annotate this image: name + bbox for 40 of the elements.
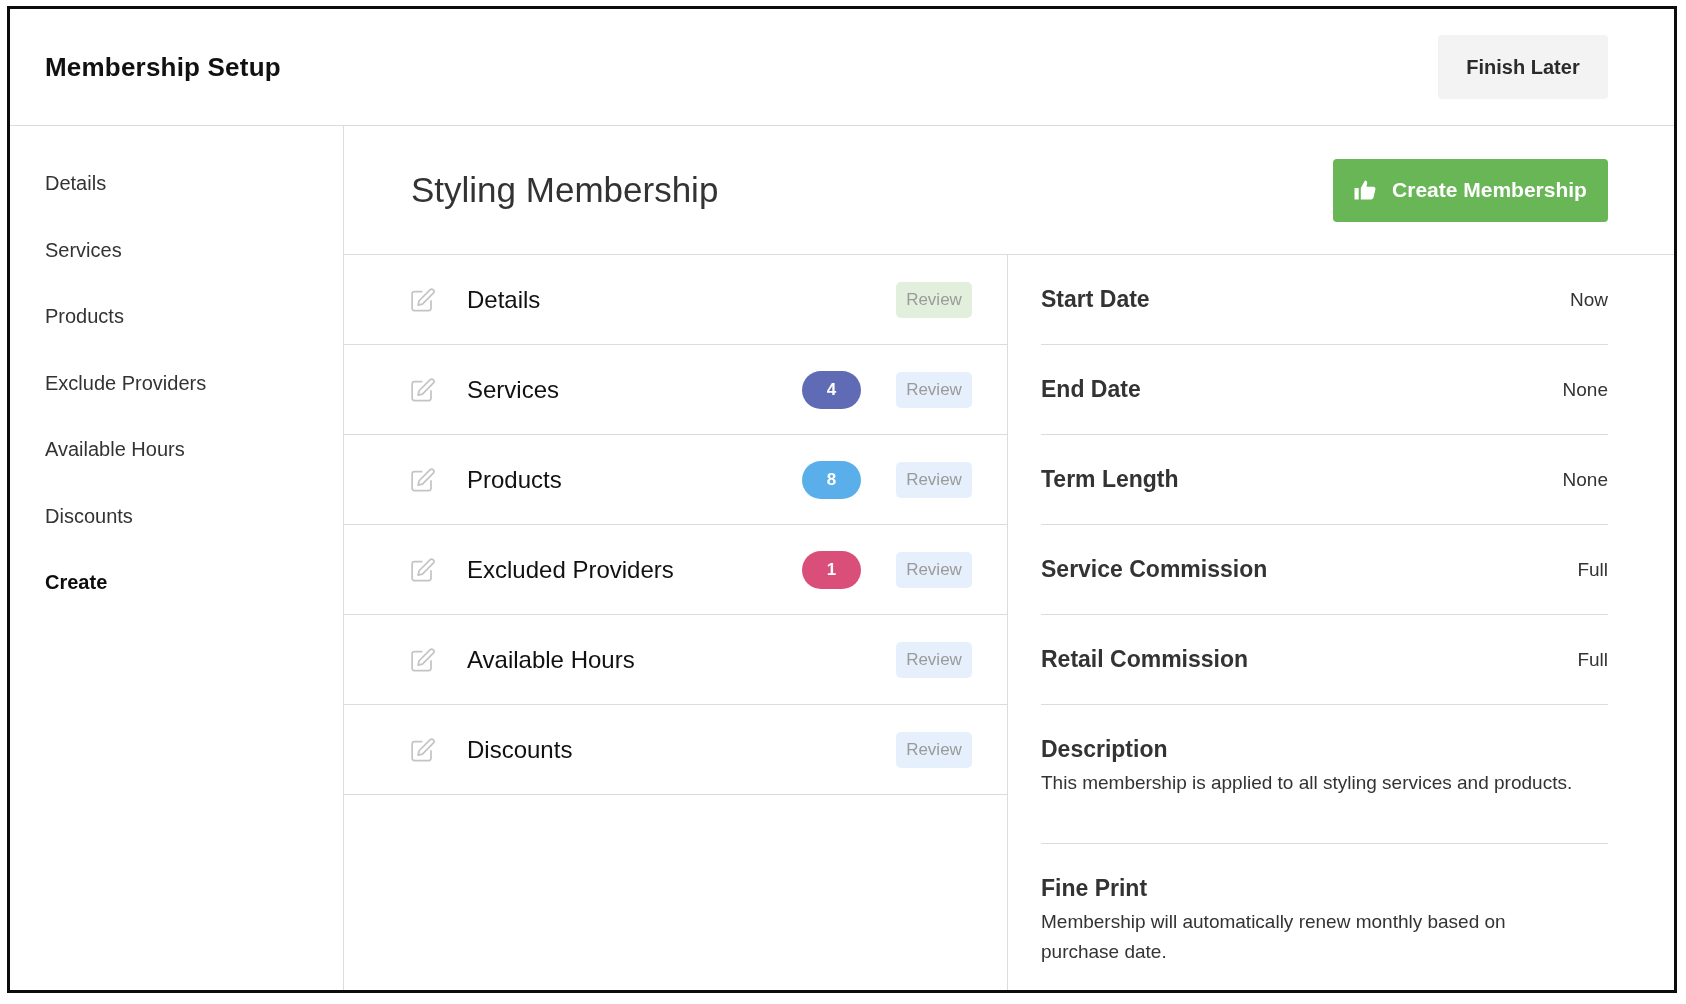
field-label: Retail Commission	[1041, 646, 1249, 673]
note-title: Fine Print	[1041, 874, 1149, 902]
field-value: Full	[1577, 558, 1608, 581]
edit-icon[interactable]	[411, 377, 435, 402]
note-title: Description	[1041, 735, 1169, 763]
sidebar-item[interactable]: Create	[45, 570, 108, 595]
edit-icon[interactable]	[411, 737, 435, 762]
edit-icon[interactable]	[411, 647, 435, 672]
section-label: Excluded Providers	[467, 555, 675, 584]
section-label: Services	[467, 375, 561, 404]
page-title: Membership Setup	[45, 51, 281, 83]
sidebar-item[interactable]: Discounts	[45, 503, 133, 529]
count-badge: 4	[802, 370, 861, 409]
section-label: Details	[467, 285, 542, 314]
thumbs-up-icon	[1354, 180, 1377, 200]
section-label: Products	[467, 465, 563, 494]
note-text: This membership is applied to all styling services and products.	[1041, 771, 1574, 795]
sidebar-item[interactable]: Products	[45, 304, 124, 329]
sidebar-item[interactable]: Details	[45, 171, 107, 196]
section-label: Discounts	[467, 735, 574, 764]
note-text: Membership will automatically renew monthly based on purchase date.	[1041, 910, 1507, 964]
field-value: Now	[1570, 288, 1608, 311]
field-label: Service Commission	[1041, 556, 1268, 583]
field-value: None	[1562, 378, 1608, 401]
field-label: End Date	[1041, 376, 1141, 403]
count-badge: 1	[802, 550, 861, 589]
sidebar-item[interactable]: Exclude Providers	[45, 370, 207, 396]
field-value: Full	[1577, 648, 1608, 671]
count-badge: 8	[802, 460, 861, 499]
field-value: None	[1562, 468, 1608, 491]
field-label: Term Length	[1041, 466, 1179, 493]
membership-title: Styling Membership	[411, 170, 719, 210]
edit-icon[interactable]	[411, 467, 435, 492]
sidebar-item[interactable]: Services	[45, 237, 122, 263]
section-label: Available Hours	[467, 645, 636, 674]
edit-icon[interactable]	[411, 557, 435, 582]
edit-icon[interactable]	[411, 287, 435, 312]
finish-later-button[interactable]: Finish Later	[1438, 35, 1608, 99]
field-label: Start Date	[1041, 286, 1150, 313]
sidebar-item[interactable]: Available Hours	[45, 437, 185, 462]
